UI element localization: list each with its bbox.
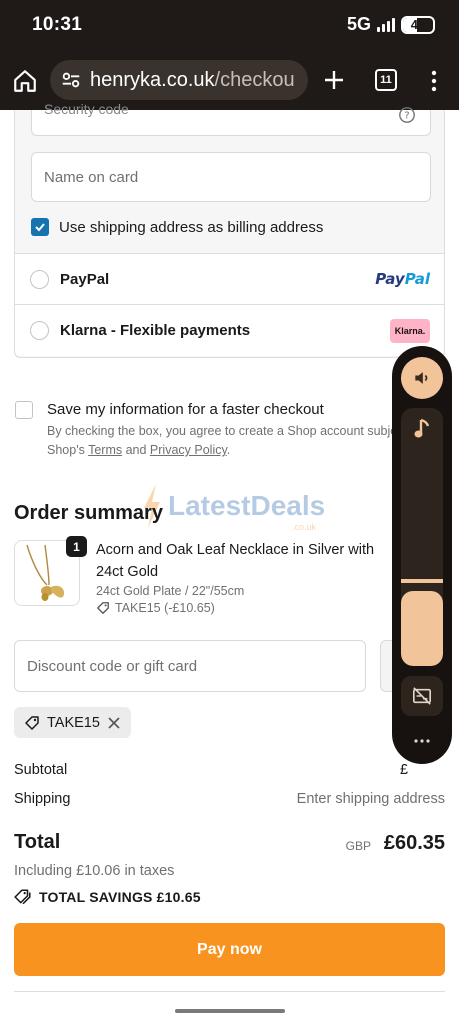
question-circle-icon[interactable]: ? [398, 106, 416, 124]
captions-off-icon [413, 687, 431, 705]
battery-level: 45 [410, 17, 426, 32]
payment-method-box: Security code ? Use shipping address as … [14, 101, 445, 358]
paypal-radio[interactable] [30, 270, 49, 289]
tab-switcher-button[interactable]: 11 [375, 69, 397, 91]
subtotal-label: Subtotal [14, 762, 68, 778]
volume-slider[interactable] [401, 408, 443, 666]
total-savings-text: TOTAL SAVINGS £10.65 [39, 889, 201, 905]
discount-code-input[interactable] [15, 641, 365, 691]
save-desc-suffix: . [226, 443, 231, 457]
security-code-field[interactable]: Security code ? [31, 101, 431, 136]
billing-same-checkbox[interactable] [31, 218, 49, 236]
klarna-label: Klarna - Flexible payments [60, 322, 251, 339]
klarna-radio[interactable] [30, 321, 49, 340]
watermark: LatestDeals .co.uk [142, 484, 342, 534]
save-desc-mid: Shop's [47, 443, 89, 457]
volume-button[interactable] [401, 357, 443, 399]
status-bar: 10:31 5G 45 [0, 0, 459, 50]
save-desc-and: and [122, 443, 150, 457]
paypal-label: PayPal [60, 271, 110, 288]
tags-icon [14, 889, 31, 905]
plus-icon[interactable] [322, 68, 346, 92]
billing-same-row[interactable]: Use shipping address as billing address [31, 218, 323, 236]
total-currency: GBP [345, 839, 371, 853]
product-discount: TAKE15 (-£10.65) [96, 601, 215, 615]
name-on-card-input[interactable] [32, 153, 430, 201]
home-icon[interactable] [12, 68, 38, 94]
volume-icon [415, 372, 428, 384]
check-icon [35, 223, 45, 232]
network-label: 5G [346, 14, 371, 34]
volume-panel [392, 346, 452, 764]
pay-now-button[interactable]: Pay now [14, 923, 445, 976]
site-info-icon[interactable] [60, 69, 82, 91]
url-host: henryka.co.uk [90, 68, 215, 91]
terms-link[interactable]: Terms [88, 443, 122, 457]
product-variant: 24ct Gold Plate / 22"/55cm [96, 584, 245, 598]
billing-same-label: Use shipping address as billing address [59, 218, 324, 236]
svg-text:?: ? [404, 111, 409, 122]
privacy-policy-link[interactable]: Privacy Policy [150, 443, 227, 457]
status-indicators: 5G 45 [347, 14, 435, 35]
more-horiz-icon[interactable] [413, 738, 431, 744]
captions-button[interactable] [401, 676, 443, 716]
close-icon[interactable] [107, 716, 121, 730]
payment-option-paypal[interactable]: PayPal PayPal [15, 253, 444, 305]
url-text: henryka.co.uk/checkou [90, 69, 295, 92]
applied-code-chip: TAKE15 [14, 707, 131, 738]
status-time: 10:31 [32, 14, 83, 35]
klarna-logo: Klarna. [390, 319, 430, 343]
payment-option-klarna[interactable]: Klarna - Flexible payments Klarna. [15, 304, 444, 356]
save-desc-text: By checking the box, you agree to create… [47, 424, 398, 438]
signal-icon [377, 17, 395, 32]
tag-icon [25, 715, 39, 730]
more-vert-icon[interactable] [428, 69, 440, 93]
save-info-title: Save my information for a faster checkou… [47, 401, 324, 418]
order-summary-title: Order summary [14, 502, 163, 524]
url-path: /checkou [214, 68, 295, 91]
total-label: Total [14, 831, 61, 853]
applied-code-text: TAKE15 [47, 714, 100, 731]
divider [14, 991, 445, 992]
home-indicator[interactable] [175, 1009, 285, 1013]
security-code-placeholder: Security code [44, 101, 129, 117]
subtotal-value: £ [400, 762, 409, 778]
product-discount-text: TAKE15 (-£10.65) [115, 601, 215, 615]
taxes-text: Including £10.06 in taxes [14, 863, 175, 879]
music-note-icon [414, 418, 430, 438]
quantity-badge: 1 [66, 536, 87, 557]
product-name: Acorn and Oak Leaf Necklace in Silver wi… [96, 542, 375, 580]
name-on-card-field[interactable] [31, 152, 431, 202]
total-savings: TOTAL SAVINGS £10.65 [14, 888, 201, 906]
address-bar[interactable]: henryka.co.uk/checkou [50, 60, 308, 100]
save-info-description: By checking the box, you agree to create… [47, 422, 402, 460]
total-value: £60.35 [383, 832, 445, 854]
tag-icon [97, 602, 109, 614]
paypal-logo: PayPal [375, 270, 430, 288]
save-info-checkbox[interactable] [15, 401, 33, 419]
volume-slider-handle[interactable] [401, 579, 443, 583]
shipping-label: Shipping [14, 791, 71, 807]
watermark-sub: .co.uk [292, 522, 317, 532]
battery-icon: 45 [401, 15, 435, 34]
volume-slider-fill [401, 591, 443, 666]
shipping-value: Enter shipping address [296, 791, 445, 807]
discount-code-field[interactable] [14, 640, 366, 692]
watermark-text: LatestDeals [168, 490, 326, 521]
